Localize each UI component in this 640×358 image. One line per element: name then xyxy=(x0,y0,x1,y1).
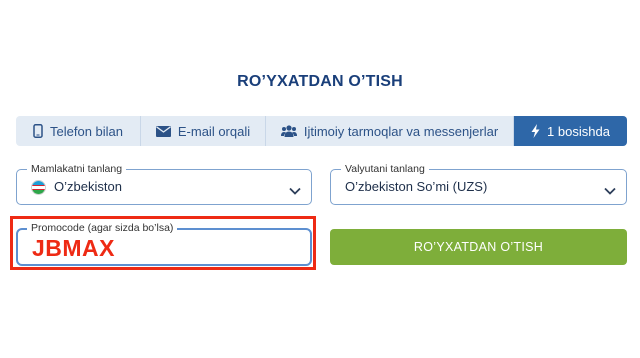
tab-one-click-label: 1 bosishda xyxy=(547,123,610,139)
country-select-label: Mamlakatni tanlang xyxy=(27,162,127,176)
country-select[interactable]: Mamlakatni tanlang O’zbekiston xyxy=(16,162,312,205)
currency-select[interactable]: Valyutani tanlang O’zbekiston So’mi (UZS… xyxy=(330,162,627,205)
lightning-icon xyxy=(531,124,540,138)
promo-code-input[interactable]: Promocode (agar sizda bo’lsa) JBMAX xyxy=(16,221,312,266)
promo-code-value: JBMAX xyxy=(32,235,116,261)
country-value: O’zbekiston xyxy=(54,179,122,194)
chevron-down-icon xyxy=(604,182,616,200)
tab-phone-label: Telefon bilan xyxy=(50,123,123,139)
chevron-down-icon xyxy=(289,182,301,200)
promo-code-label: Promocode (agar sizda bo’lsa) xyxy=(27,221,178,235)
tab-one-click[interactable]: 1 bosishda xyxy=(514,116,627,146)
currency-value: O’zbekiston So’mi (UZS) xyxy=(345,179,488,194)
users-icon xyxy=(280,125,297,137)
uzbekistan-flag-icon xyxy=(31,180,46,195)
tab-social[interactable]: Ijtimoiy tarmoqlar va messenjerlar xyxy=(266,116,514,146)
tab-email[interactable]: E-mail orqali xyxy=(141,116,266,146)
phone-icon xyxy=(33,124,43,138)
tab-phone[interactable]: Telefon bilan xyxy=(16,116,141,146)
register-button[interactable]: RO’YXATDAN O’TISH xyxy=(330,229,627,265)
envelope-icon xyxy=(155,125,171,137)
page-title: RO’YXATDAN O’TISH xyxy=(237,73,403,90)
currency-select-label: Valyutani tanlang xyxy=(341,162,429,176)
registration-tabs: Telefon bilan E-mail orqali Ijtimoiy tar… xyxy=(16,116,627,146)
tab-social-label: Ijtimoiy tarmoqlar va messenjerlar xyxy=(303,123,499,139)
tab-email-label: E-mail orqali xyxy=(177,123,251,139)
